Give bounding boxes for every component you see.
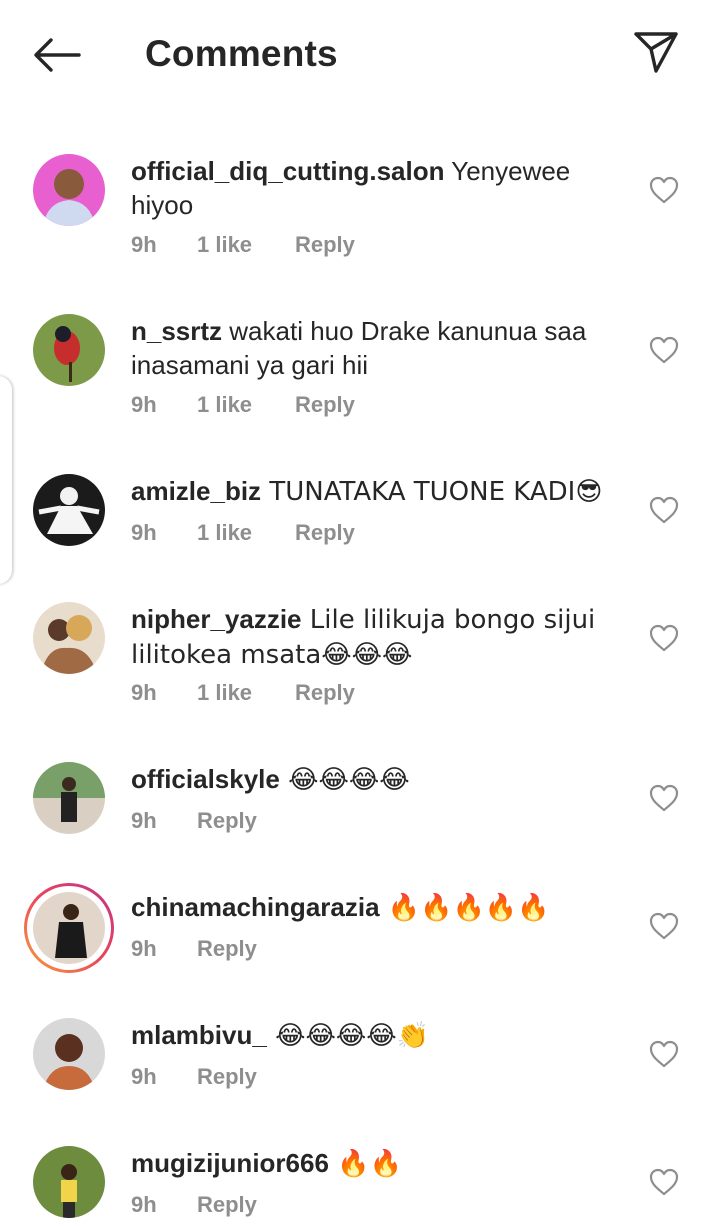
like-count[interactable]: 1 like	[197, 520, 295, 546]
comment-text: TUNATAKA TUONE KADI😎	[261, 477, 603, 507]
heart-outline-icon[interactable]	[648, 622, 680, 654]
reply-button[interactable]: Reply	[295, 392, 355, 418]
avatar[interactable]	[33, 1018, 105, 1090]
comment-username[interactable]: mlambivu_	[131, 1020, 267, 1050]
edge-panel-handle[interactable]	[0, 376, 12, 584]
comment-timestamp: 9h	[131, 1064, 157, 1089]
comment-timestamp: 9h	[131, 1192, 157, 1217]
comment-timestamp: 9h	[131, 232, 157, 257]
comment-username[interactable]: official_diq_cutting.salon	[131, 156, 444, 186]
avatar[interactable]	[33, 762, 105, 834]
comment-timestamp: 9h	[131, 392, 157, 417]
avatar[interactable]	[33, 474, 105, 546]
reply-button[interactable]: Reply	[197, 808, 257, 834]
story-ring[interactable]	[24, 883, 114, 973]
avatar[interactable]	[33, 602, 105, 674]
avatar[interactable]	[33, 314, 105, 386]
share-button[interactable]	[628, 26, 684, 78]
comment-timestamp: 9h	[131, 936, 157, 961]
reply-button[interactable]: Reply	[295, 232, 355, 258]
like-count[interactable]: 1 like	[197, 680, 295, 706]
comment-username[interactable]: nipher_yazzie	[131, 604, 302, 634]
heart-outline-icon[interactable]	[648, 1166, 680, 1198]
comment-timestamp: 9h	[131, 520, 157, 545]
comment-text: 🔥🔥	[328, 1149, 402, 1179]
reply-button[interactable]: Reply	[295, 680, 355, 706]
paper-plane-icon	[634, 32, 678, 73]
heart-outline-icon[interactable]	[648, 494, 680, 526]
reply-button[interactable]: Reply	[295, 520, 355, 546]
back-button[interactable]	[26, 30, 86, 80]
comment-username[interactable]: chinamachingarazia	[131, 892, 380, 922]
avatar[interactable]	[33, 1146, 105, 1218]
comment-text: 😂😂😂😂👏	[266, 1021, 429, 1051]
heart-outline-icon[interactable]	[648, 910, 680, 942]
avatar[interactable]	[33, 154, 105, 226]
arrow-left-icon	[34, 38, 81, 72]
like-count[interactable]: 1 like	[197, 232, 295, 258]
reply-button[interactable]: Reply	[197, 936, 257, 962]
page-title: Comments	[145, 33, 338, 74]
heart-outline-icon[interactable]	[648, 782, 680, 814]
heart-outline-icon[interactable]	[648, 1038, 680, 1070]
reply-button[interactable]: Reply	[197, 1064, 257, 1090]
avatar[interactable]	[33, 892, 105, 964]
comment-text: 😂😂😂😂	[279, 765, 410, 795]
comment-text: 🔥🔥🔥🔥🔥	[379, 893, 550, 923]
comment-timestamp: 9h	[131, 808, 157, 833]
comment-username[interactable]: officialskyle	[131, 764, 280, 794]
comment-username[interactable]: n_ssrtz	[131, 316, 222, 346]
reply-button[interactable]: Reply	[197, 1192, 257, 1218]
heart-outline-icon[interactable]	[648, 174, 680, 206]
comment-username[interactable]: amizle_biz	[131, 476, 261, 506]
heart-outline-icon[interactable]	[648, 334, 680, 366]
like-count[interactable]: 1 like	[197, 392, 295, 418]
comment-username[interactable]: mugizijunior666	[131, 1148, 329, 1178]
top-bar: Comments	[0, 0, 720, 110]
comment-timestamp: 9h	[131, 680, 157, 705]
